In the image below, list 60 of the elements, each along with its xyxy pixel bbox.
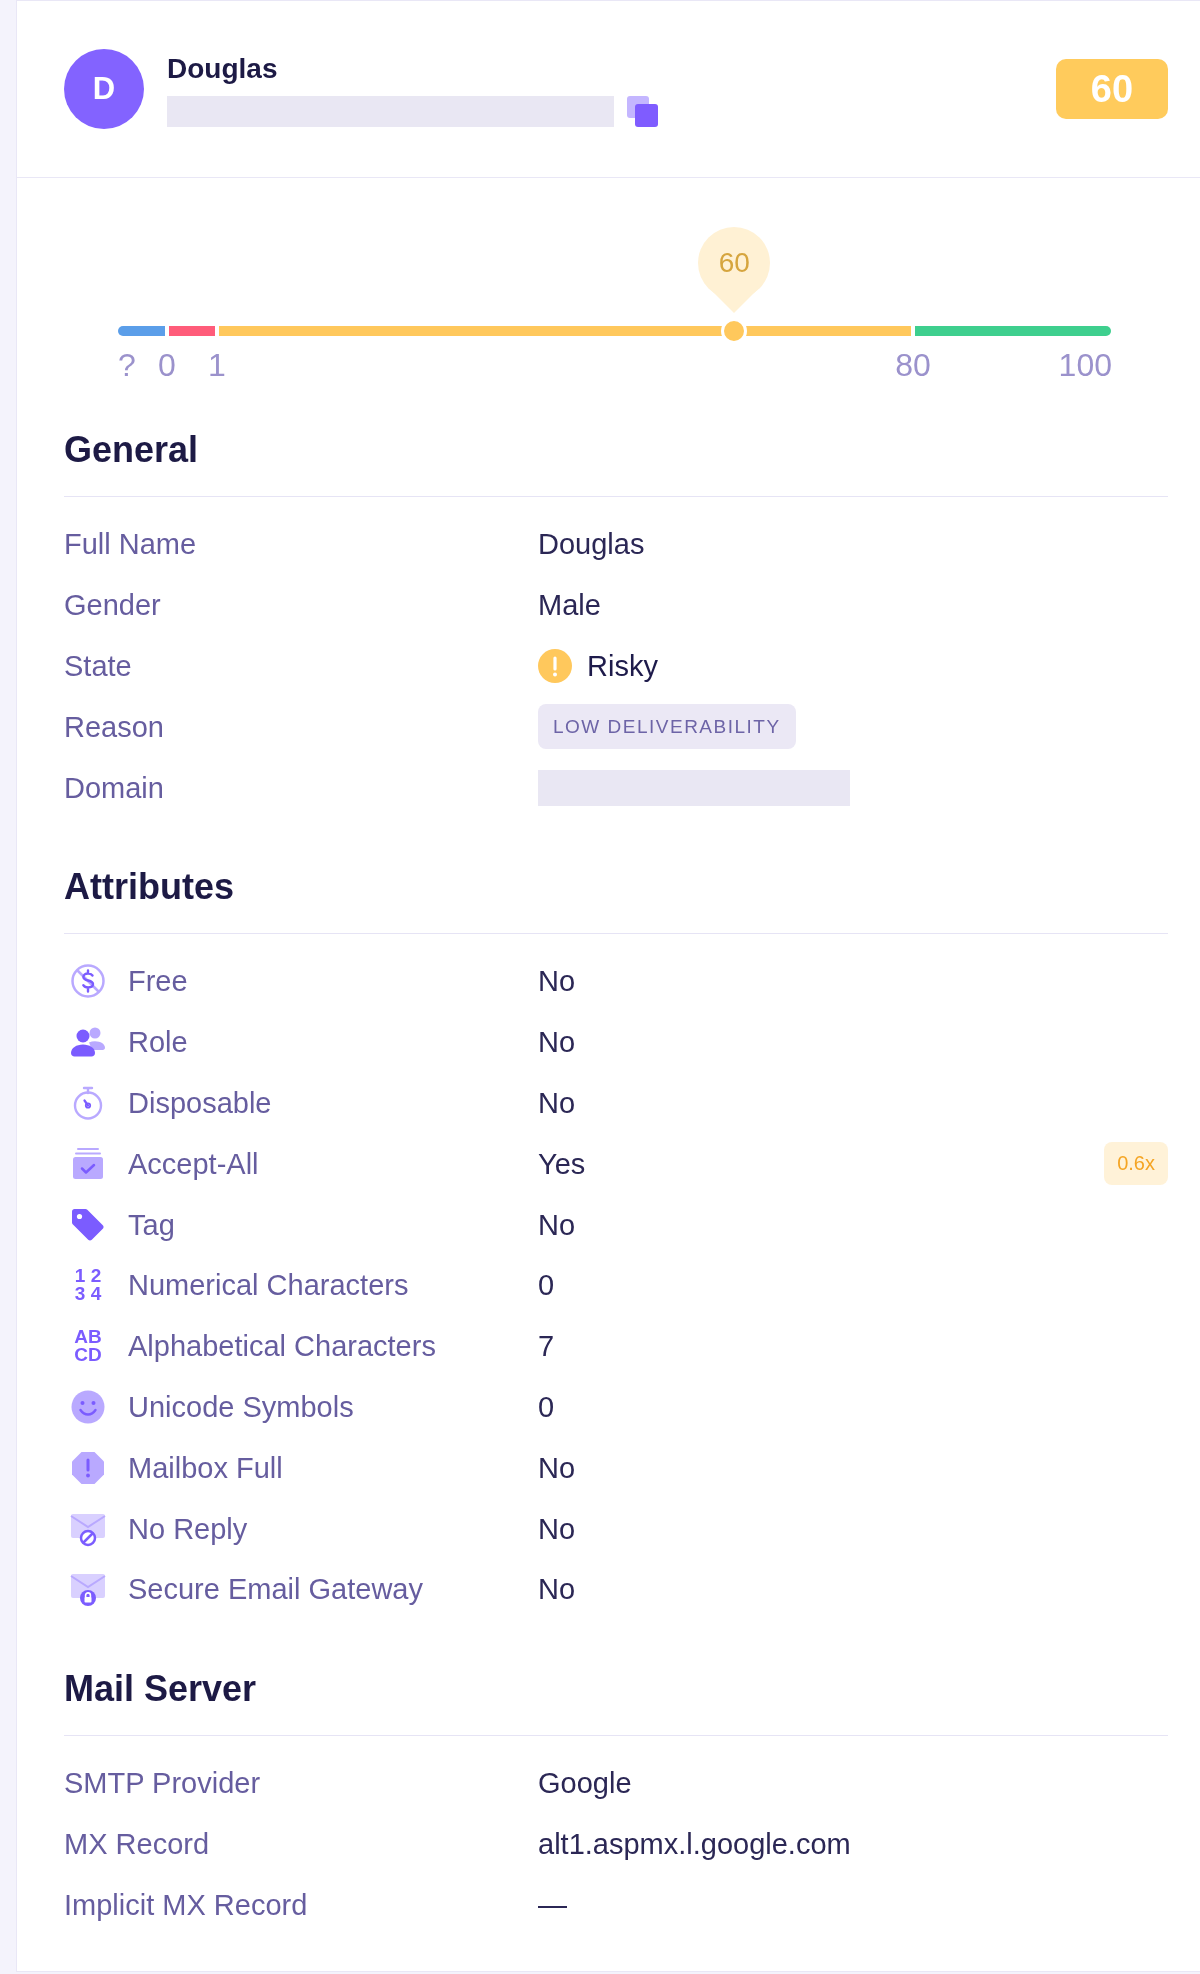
attribute-value: No <box>538 1450 576 1486</box>
attribute-value: 0 <box>538 1268 555 1304</box>
envelope-lock-icon <box>70 1571 106 1608</box>
field-label: Full Name <box>64 527 197 563</box>
attribute-label: Secure Email Gateway <box>128 1572 423 1608</box>
multiplier-badge: 0.6x <box>1104 1142 1168 1186</box>
dollar-slash-icon <box>70 963 106 1000</box>
copy-icon[interactable] <box>627 95 658 127</box>
attribute-value: 7 <box>538 1329 555 1365</box>
scale-label: 80 <box>895 346 931 384</box>
field-label: Gender <box>64 588 161 624</box>
attribute-label: Accept-All <box>128 1146 259 1182</box>
smiley-icon <box>70 1388 106 1425</box>
field-label: SMTP Provider <box>64 1766 261 1802</box>
field-value: Google <box>538 1766 632 1802</box>
digits-icon: 1 2 3 4 <box>70 1267 106 1304</box>
field-label: MX Record <box>64 1826 210 1862</box>
field-label: State <box>64 649 132 684</box>
attribute-label: No Reply <box>128 1511 248 1547</box>
letters-icon: AB CD <box>70 1328 106 1365</box>
score-pin: 60 <box>698 227 771 313</box>
attribute-label: Disposable <box>128 1085 272 1121</box>
section-heading: Mail Server <box>64 1666 257 1711</box>
contact-name: Douglas <box>167 51 278 86</box>
scale-label: 0 <box>158 346 176 384</box>
scale-label: 1 <box>208 346 226 384</box>
attribute-value: No <box>538 1025 576 1061</box>
attribute-label: Alphabetical Characters <box>128 1329 436 1365</box>
attribute-label: Numerical Characters <box>128 1268 409 1304</box>
avatar: D <box>64 49 144 129</box>
attribute-value: No <box>538 1572 576 1608</box>
score-badge: 60 <box>1056 59 1168 119</box>
attribute-value: No <box>538 964 576 1000</box>
field-label: Implicit MX Record <box>64 1887 308 1923</box>
attribute-label: Unicode Symbols <box>128 1389 354 1425</box>
scale-label: 100 <box>1058 346 1112 384</box>
section-heading: General <box>64 428 199 472</box>
attribute-label: Role <box>128 1025 188 1061</box>
field-value: Douglas <box>538 527 645 563</box>
attribute-value: No <box>538 1085 576 1121</box>
inbox-check-icon <box>70 1145 106 1182</box>
attribute-value: No <box>538 1511 576 1547</box>
field-value: alt1.aspmx.l.google.com <box>538 1826 851 1862</box>
attribute-value: 0 <box>538 1389 555 1425</box>
attribute-value: Yes <box>538 1146 586 1182</box>
warning-icon <box>538 649 572 683</box>
attribute-label: Mailbox Full <box>128 1450 283 1486</box>
attribute-value: No <box>538 1207 576 1243</box>
field-value: Male <box>538 588 601 624</box>
field-value: — <box>538 1887 567 1923</box>
field-label: Domain <box>64 770 164 806</box>
tag-icon <box>70 1206 106 1243</box>
status-value: Risky <box>587 649 658 684</box>
field-label: Reason <box>64 709 164 745</box>
section-heading: Attributes <box>64 865 234 909</box>
octagon-alert-icon <box>70 1449 106 1486</box>
attribute-label: Tag <box>128 1207 175 1243</box>
reason-tag: LOW DELIVERABILITY <box>538 704 796 750</box>
attribute-label: Free <box>128 964 188 1000</box>
scale-label: ? <box>118 346 136 384</box>
